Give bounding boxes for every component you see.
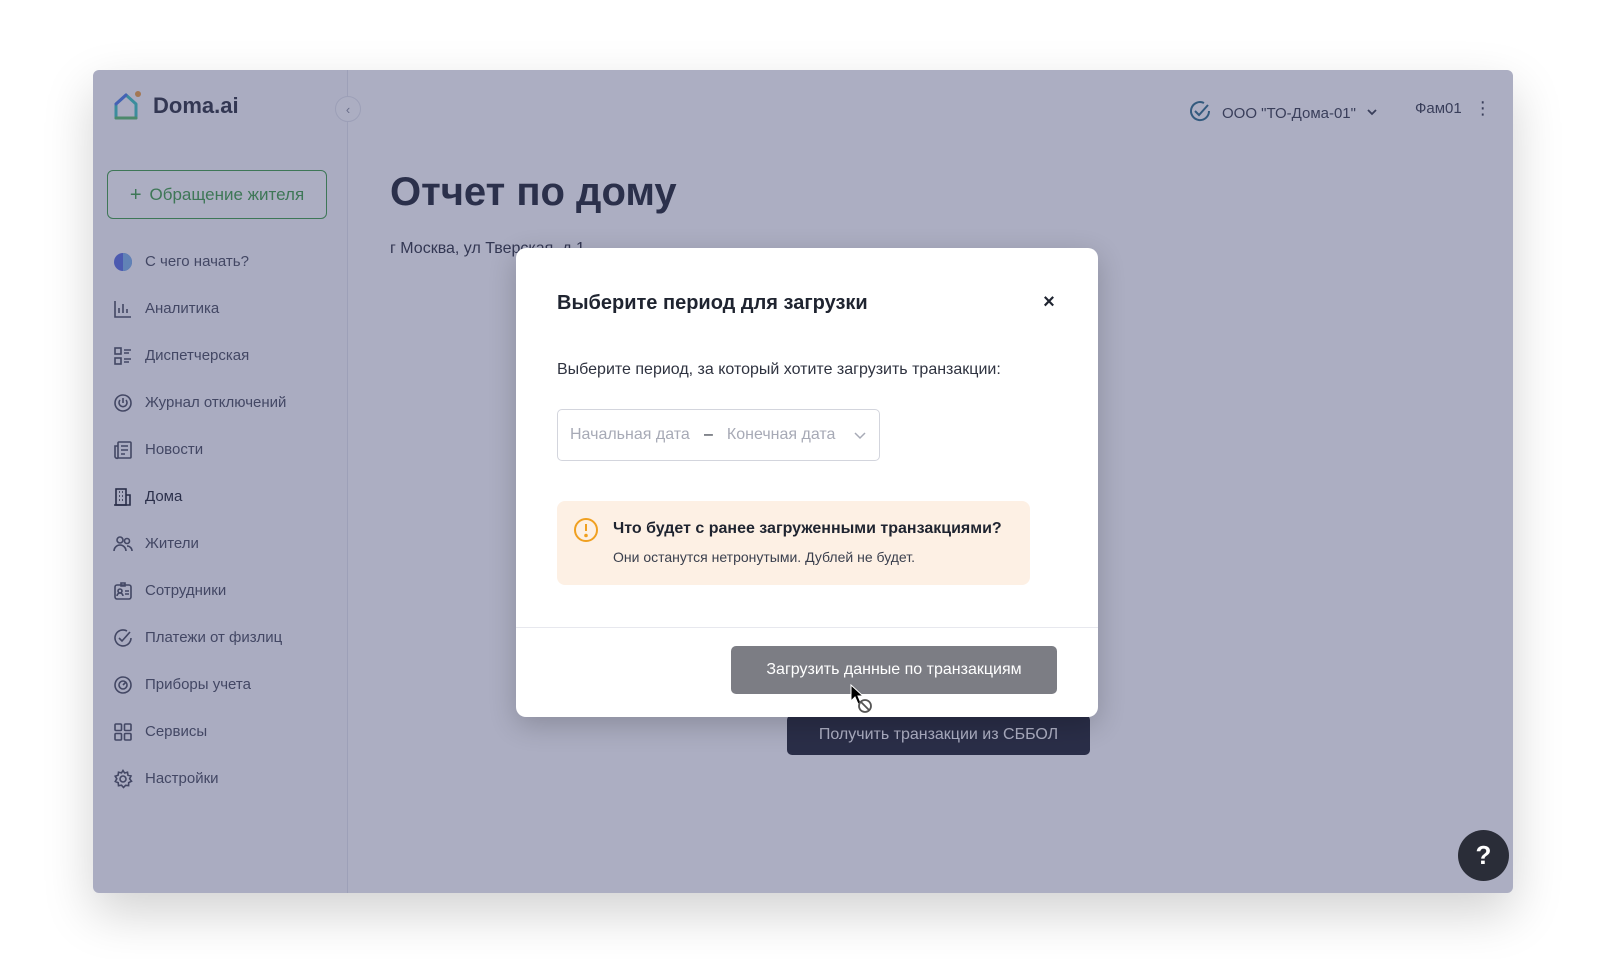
date-range-picker[interactable]: Начальная дата – Конечная дата	[557, 409, 880, 461]
chevron-down-icon	[853, 428, 867, 442]
upload-transactions-button[interactable]: Загрузить данные по транзакциям	[731, 646, 1057, 694]
warning-title: Что будет с ранее загруженными транзакци…	[613, 520, 1002, 537]
help-button[interactable]: ?	[1458, 830, 1509, 881]
date-end-input[interactable]: Конечная дата	[727, 426, 853, 444]
close-icon[interactable]: ×	[1039, 292, 1059, 312]
warning-text: Они останутся нетронутыми. Дублей не буд…	[613, 549, 915, 565]
date-start-input[interactable]: Начальная дата	[570, 426, 694, 444]
not-allowed-cursor-icon	[850, 684, 872, 713]
warning-exclamation-icon	[573, 517, 599, 543]
question-icon: ?	[1475, 840, 1492, 870]
app-window: Doma.ai + Обращение жителя С чего начать…	[93, 70, 1513, 893]
modal-divider	[516, 627, 1098, 628]
modal-description: Выберите период, за который хотите загру…	[557, 361, 1001, 378]
period-modal: Выберите период для загрузки × Выберите …	[516, 248, 1098, 717]
date-separator: –	[704, 426, 713, 443]
warning-notice: Что будет с ранее загруженными транзакци…	[557, 501, 1030, 585]
modal-title: Выберите период для загрузки	[557, 292, 868, 314]
